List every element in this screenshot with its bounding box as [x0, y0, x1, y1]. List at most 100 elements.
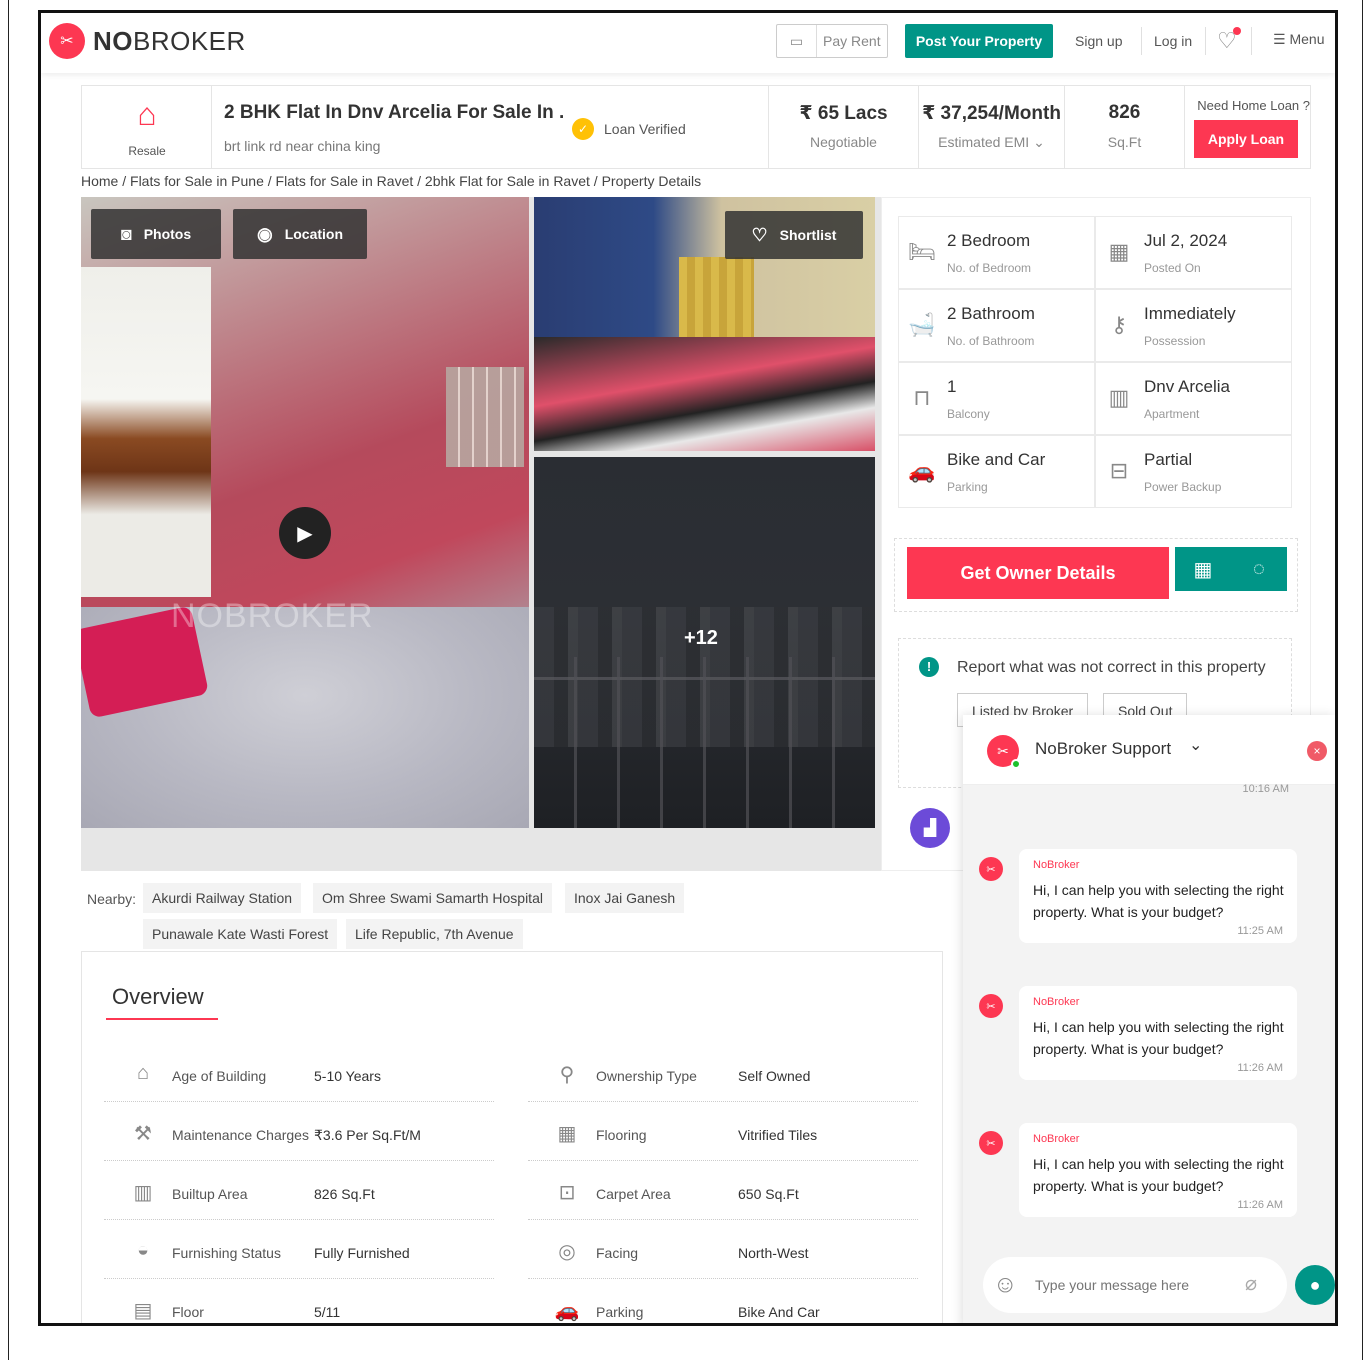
emi-value: ₹ 37,254/Month — [922, 103, 1061, 124]
detail-bathroom: 🛁 2 Bathroom No. of Bathroom — [898, 289, 1095, 362]
price-cell: ₹ 65 Lacs Negotiable — [769, 86, 919, 168]
overview-row: ▦ Flooring Vitrified Tiles — [528, 1103, 918, 1161]
logo-icon: ✂ — [49, 23, 85, 59]
floor-icon: ▤ — [133, 1300, 153, 1322]
detail-parking: 🚗 Bike and Car Parking — [898, 435, 1095, 508]
chevron-down-icon: ⌄ — [1033, 134, 1045, 150]
area-cell: 826 Sq.Ft — [1065, 86, 1185, 168]
header-divider — [1141, 27, 1142, 55]
emoji-icon[interactable]: ☺ — [993, 1271, 1018, 1299]
sign-up-link[interactable]: Sign up — [1075, 33, 1122, 49]
chat-message: NoBroker Hi, I can help you with selecti… — [1019, 849, 1297, 943]
main-bedroom-photo[interactable]: NOBROKER ▶ — [81, 197, 529, 828]
detail-apartment: ▥ Dnv Arcelia Apartment — [1095, 362, 1292, 435]
microphone-button[interactable]: ● — [1295, 1265, 1335, 1305]
battery-icon: ⊟ — [1109, 458, 1129, 483]
balcony-icon: ⊓ — [913, 385, 931, 410]
analytics-icon[interactable]: ▟ — [910, 808, 950, 848]
breadcrumb[interactable]: Home / Flats for Sale in Pune / Flats fo… — [81, 173, 701, 189]
header-divider — [1251, 27, 1252, 55]
attachment-icon[interactable]: ⌀ — [1245, 1271, 1257, 1296]
overview-row: ⚲ Ownership Type Self Owned — [528, 1044, 918, 1102]
schedule-visit-button[interactable]: ▦ — [1175, 547, 1231, 591]
nobroker-avatar: ✂ — [979, 994, 1003, 1018]
log-in-link[interactable]: Log in — [1154, 33, 1192, 49]
need-home-loan-text: Need Home Loan ? — [1197, 98, 1310, 113]
chat-input-box: ☺ ⌀ — [983, 1257, 1287, 1313]
nearby-place[interactable]: Inox Jai Ganesh — [565, 883, 685, 913]
header-divider — [1205, 27, 1206, 55]
bed-icon: 🛏 — [908, 239, 936, 264]
notification-dot — [1233, 27, 1241, 35]
detail-bedroom: 🛏 2 Bedroom No. of Bedroom — [898, 216, 1095, 289]
menu-button[interactable]: ☰ Menu — [1273, 31, 1324, 48]
area-value: 826 — [1108, 102, 1141, 123]
compass-icon: ◉ — [256, 223, 273, 244]
overview-title: Overview — [112, 984, 204, 1009]
online-status-dot — [1011, 759, 1021, 769]
overview-row: ◎ Facing North-West — [528, 1221, 918, 1279]
chat-title: NoBroker Support — [1035, 739, 1172, 758]
post-property-button[interactable]: Post Your Property — [905, 24, 1053, 58]
location-button[interactable]: ◉ Location — [233, 209, 367, 259]
overview-row: ▥ Builtup Area 826 Sq.Ft — [104, 1162, 494, 1220]
car-icon: 🚗 — [908, 458, 936, 483]
title-cell — [212, 86, 769, 168]
photo-gallery: NOBROKER ▶ +12 ◙ Photos ◉ Location ♡ Shortl… — [81, 197, 881, 871]
hamburger-icon: ☰ — [1273, 31, 1290, 47]
chat-bubble-icon: ◌ — [1253, 557, 1265, 580]
compass-icon: ◎ — [558, 1241, 576, 1263]
balcony-photo[interactable]: +12 — [534, 457, 875, 828]
price-value: ₹ 65 Lacs — [799, 103, 888, 124]
chat-owner-button[interactable]: ◌ — [1231, 547, 1287, 591]
area-unit: Sq.Ft — [1107, 134, 1142, 150]
overview-section: Overview ⌂ Age of Building 5-10 Years ⚒ Mai… — [81, 951, 943, 1323]
pay-rent-label: Pay Rent — [823, 33, 881, 49]
report-text: Report what was not correct in this prop… — [957, 659, 1266, 676]
price-negotiable: Negotiable — [810, 134, 877, 150]
flooring-icon: ▦ — [557, 1123, 577, 1145]
nearby-place[interactable]: Punawale Kate Wasti Forest — [143, 919, 338, 949]
car-icon: 🚗 — [554, 1300, 580, 1322]
outer-border-left — [8, 0, 9, 1360]
wall-frames-shape — [446, 367, 524, 467]
get-owner-details-button[interactable]: Get Owner Details — [907, 547, 1169, 599]
top-header: ✂ NOBROKER ▭ Pay Rent Post Your Property… — [41, 13, 1335, 73]
overview-row: ⌂ Age of Building 5-10 Years — [104, 1044, 494, 1102]
nearby-place[interactable]: Om Shree Swami Samarth Hospital — [313, 883, 552, 913]
close-icon[interactable]: × — [1307, 741, 1327, 761]
nearby-place[interactable]: Akurdi Railway Station — [143, 883, 302, 913]
chevron-down-icon[interactable]: ⌄ — [1189, 735, 1202, 755]
detail-balcony: ⊓ 1 Balcony — [898, 362, 1095, 435]
pay-rent-button[interactable]: ▭ Pay Rent — [776, 24, 888, 58]
nobroker-logo[interactable]: ✂ NOBROKER — [49, 23, 246, 59]
overview-row: ◒ Furnishing Status Fully Furnished — [104, 1221, 494, 1279]
play-video-icon[interactable]: ▶ — [279, 507, 331, 559]
tools-icon: ⚒ — [134, 1123, 152, 1145]
nearby-section: Nearby: Akurdi Railway Station Om Shree … — [81, 871, 881, 951]
detail-power-backup: ⊟ Partial Power Backup — [1095, 435, 1292, 508]
chat-message: NoBroker Hi, I can help you with selecti… — [1019, 1123, 1297, 1217]
apply-loan-button[interactable]: Apply Loan — [1194, 120, 1298, 158]
bathtub-icon: 🛁 — [908, 312, 936, 337]
building-age-icon: ⌂ — [136, 1062, 150, 1084]
photo-watermark: NOBROKER — [171, 597, 374, 635]
message-time: 10:16 AM — [1242, 783, 1289, 795]
outer-border-right — [1362, 0, 1363, 1360]
alert-icon: ! — [919, 657, 939, 677]
shortlist-button[interactable]: ♡ Shortlist — [725, 211, 863, 259]
more-photos-count[interactable]: +12 — [684, 627, 718, 650]
overview-row: ▤ Floor 5/11 — [104, 1280, 494, 1323]
overview-row: 🚗 Parking Bike And Car — [528, 1280, 918, 1323]
sofa-icon: ◒ — [136, 1239, 150, 1261]
microphone-icon: ● — [1309, 1274, 1321, 1295]
owner-actions: Get Owner Details ▦ ◌ — [894, 538, 1298, 612]
chat-header: ✂ NoBroker Support ⌄ × — [963, 715, 1335, 785]
chat-message-input[interactable] — [1035, 1271, 1235, 1299]
nearby-place[interactable]: Life Republic, 7th Avenue — [346, 919, 523, 949]
photos-button[interactable]: ◙ Photos — [91, 209, 221, 259]
emi-cell[interactable]: ₹ 37,254/Month Estimated EMI ⌄ — [919, 86, 1065, 168]
carpet-area-icon: ⊡ — [558, 1182, 576, 1204]
resale-cell: ⌂ Resale — [82, 86, 212, 168]
ownership-icon: ⚲ — [559, 1064, 575, 1086]
